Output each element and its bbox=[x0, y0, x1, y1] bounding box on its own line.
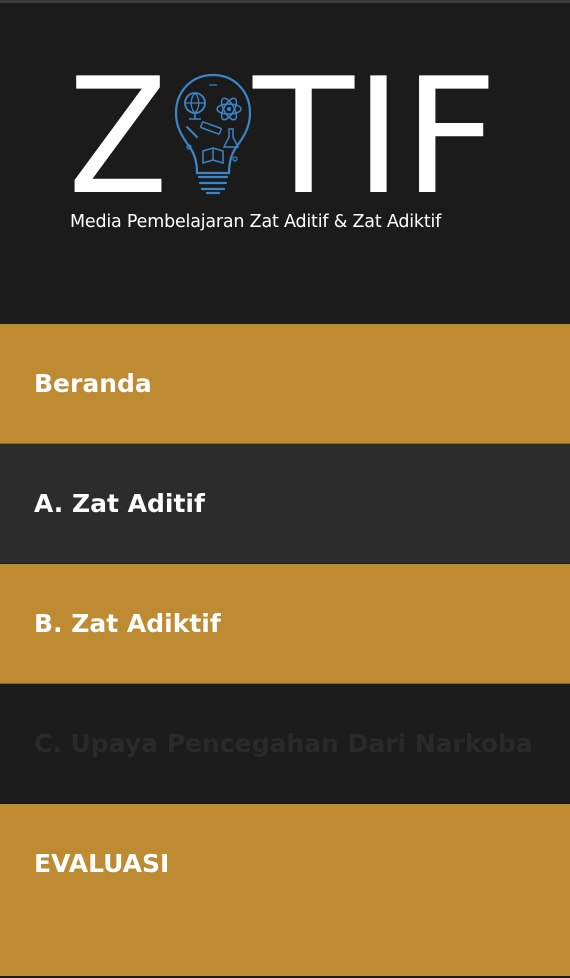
app-tagline: Media Pembelajaran Zat Aditif & Zat Adik… bbox=[70, 212, 442, 232]
app-screen: Z TIF Media Pembelajaran Zat Aditif & Za… bbox=[0, 0, 570, 978]
menu-item-zat-adiktif[interactable]: B. Zat Adiktif bbox=[0, 564, 570, 684]
logo-letters-tif: TIF bbox=[252, 73, 498, 198]
lightbulb-science-icon bbox=[174, 73, 252, 195]
menu-item-label: Beranda bbox=[34, 369, 152, 398]
menu-item-label: B. Zat Adiktif bbox=[34, 609, 221, 638]
header: Z TIF Media Pembelajaran Zat Aditif & Za… bbox=[0, 3, 570, 324]
logo-letter-z: Z bbox=[70, 73, 168, 198]
menu-item-label: EVALUASI bbox=[34, 849, 170, 878]
menu-item-zat-aditif[interactable]: A. Zat Aditif bbox=[0, 444, 570, 564]
menu-item-label: C. Upaya Pencegahan Dari Narkoba bbox=[34, 729, 533, 758]
menu-item-evaluasi[interactable]: EVALUASI bbox=[0, 804, 570, 976]
menu-item-upaya-pencegahan[interactable]: C. Upaya Pencegahan Dari Narkoba bbox=[0, 684, 570, 804]
app-logo: Z TIF bbox=[70, 73, 500, 198]
menu-item-label: A. Zat Aditif bbox=[34, 489, 205, 518]
menu-item-beranda[interactable]: Beranda bbox=[0, 324, 570, 444]
main-menu: Beranda A. Zat Aditif B. Zat Adiktif C. … bbox=[0, 324, 570, 976]
